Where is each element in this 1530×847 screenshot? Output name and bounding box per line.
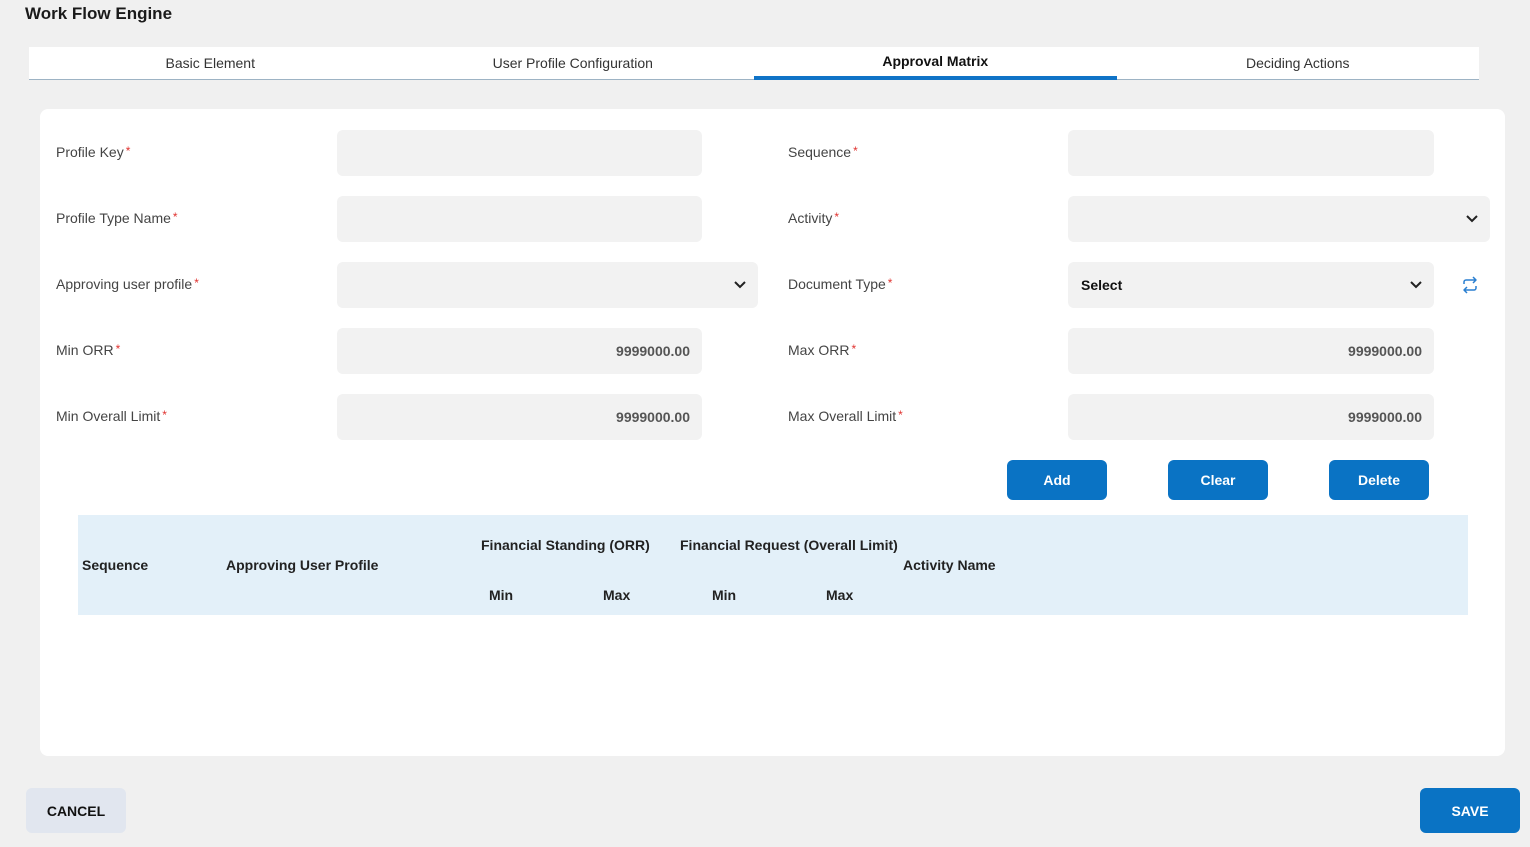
chevron-down-icon bbox=[734, 281, 746, 289]
approving-user-profile-select[interactable] bbox=[337, 262, 758, 308]
approving-user-profile-label-text: Approving user profile bbox=[56, 276, 193, 292]
page-title: Work Flow Engine bbox=[25, 4, 173, 23]
document-type-label-text: Document Type bbox=[788, 276, 886, 292]
activity-label-text: Activity bbox=[788, 210, 833, 226]
profile-key-label: Profile Key * bbox=[56, 144, 130, 160]
column-limit-max[interactable]: Max bbox=[826, 587, 853, 603]
document-type-select-value: Select bbox=[1081, 277, 1123, 293]
activity-select[interactable] bbox=[1068, 196, 1490, 242]
required-marker: * bbox=[898, 408, 903, 422]
required-marker: * bbox=[887, 276, 893, 290]
tab-bar: Basic Element User Profile Configuration… bbox=[29, 47, 1479, 80]
required-marker: * bbox=[853, 144, 858, 158]
column-activity-name[interactable]: Activity Name bbox=[903, 557, 996, 573]
clear-button[interactable]: Clear bbox=[1168, 460, 1268, 500]
sequence-label-text: Sequence bbox=[788, 144, 852, 160]
delete-button[interactable]: Delete bbox=[1329, 460, 1429, 500]
cancel-button[interactable]: CANCEL bbox=[26, 788, 126, 833]
min-overall-limit-label: Min Overall Limit * bbox=[56, 408, 167, 424]
max-overall-limit-label: Max Overall Limit * bbox=[788, 408, 903, 424]
save-button[interactable]: SAVE bbox=[1420, 788, 1520, 833]
max-orr-label: Max ORR * bbox=[788, 342, 856, 358]
document-type-label: Document Type * bbox=[788, 276, 892, 292]
add-button[interactable]: Add bbox=[1007, 460, 1107, 500]
required-marker: * bbox=[115, 342, 121, 356]
required-marker: * bbox=[194, 276, 199, 290]
max-overall-limit-label-text: Max Overall Limit bbox=[788, 408, 897, 424]
min-overall-limit-input[interactable] bbox=[337, 394, 702, 440]
required-marker: * bbox=[834, 210, 840, 224]
required-marker: * bbox=[172, 210, 178, 224]
required-marker: * bbox=[851, 342, 857, 356]
document-type-select[interactable]: Select bbox=[1068, 262, 1434, 308]
approving-user-profile-label: Approving user profile * bbox=[56, 276, 199, 292]
profile-type-name-label-text: Profile Type Name bbox=[56, 210, 171, 226]
column-limit-min[interactable]: Min bbox=[712, 587, 736, 603]
max-orr-label-text: Max ORR bbox=[788, 342, 850, 358]
min-orr-label-text: Min ORR bbox=[56, 342, 114, 358]
profile-key-input[interactable] bbox=[337, 130, 702, 176]
profile-type-name-input[interactable] bbox=[337, 196, 702, 242]
column-approving-user-profile[interactable]: Approving User Profile bbox=[226, 557, 378, 573]
tab-approval-matrix[interactable]: Approval Matrix bbox=[754, 47, 1117, 80]
chevron-down-icon bbox=[1466, 215, 1478, 223]
chevron-down-icon bbox=[1410, 281, 1422, 289]
profile-type-name-label: Profile Type Name * bbox=[56, 210, 178, 226]
required-marker: * bbox=[125, 144, 131, 158]
tab-user-profile-configuration[interactable]: User Profile Configuration bbox=[392, 47, 755, 79]
max-orr-input[interactable] bbox=[1068, 328, 1434, 374]
required-marker: * bbox=[162, 408, 167, 422]
approval-matrix-grid-header: Sequence Approving User Profile Financia… bbox=[78, 515, 1468, 615]
min-orr-input[interactable] bbox=[337, 328, 702, 374]
activity-label: Activity * bbox=[788, 210, 839, 226]
refresh-icon[interactable] bbox=[1461, 276, 1479, 294]
column-sequence[interactable]: Sequence bbox=[82, 557, 148, 573]
profile-key-label-text: Profile Key bbox=[56, 144, 124, 160]
approval-matrix-card: Profile Key * Sequence * Profile Type Name… bbox=[40, 109, 1505, 756]
min-overall-limit-label-text: Min Overall Limit bbox=[56, 408, 161, 424]
tab-basic-element[interactable]: Basic Element bbox=[29, 47, 392, 79]
column-group-financial-standing: Financial Standing (ORR) bbox=[481, 537, 650, 553]
sequence-input[interactable] bbox=[1068, 130, 1434, 176]
sequence-label: Sequence * bbox=[788, 144, 858, 160]
min-orr-label: Min ORR * bbox=[56, 342, 120, 358]
column-group-financial-request: Financial Request (Overall Limit) bbox=[680, 537, 898, 553]
max-overall-limit-input[interactable] bbox=[1068, 394, 1434, 440]
column-orr-min[interactable]: Min bbox=[489, 587, 513, 603]
column-orr-max[interactable]: Max bbox=[603, 587, 630, 603]
tab-deciding-actions[interactable]: Deciding Actions bbox=[1117, 47, 1480, 79]
